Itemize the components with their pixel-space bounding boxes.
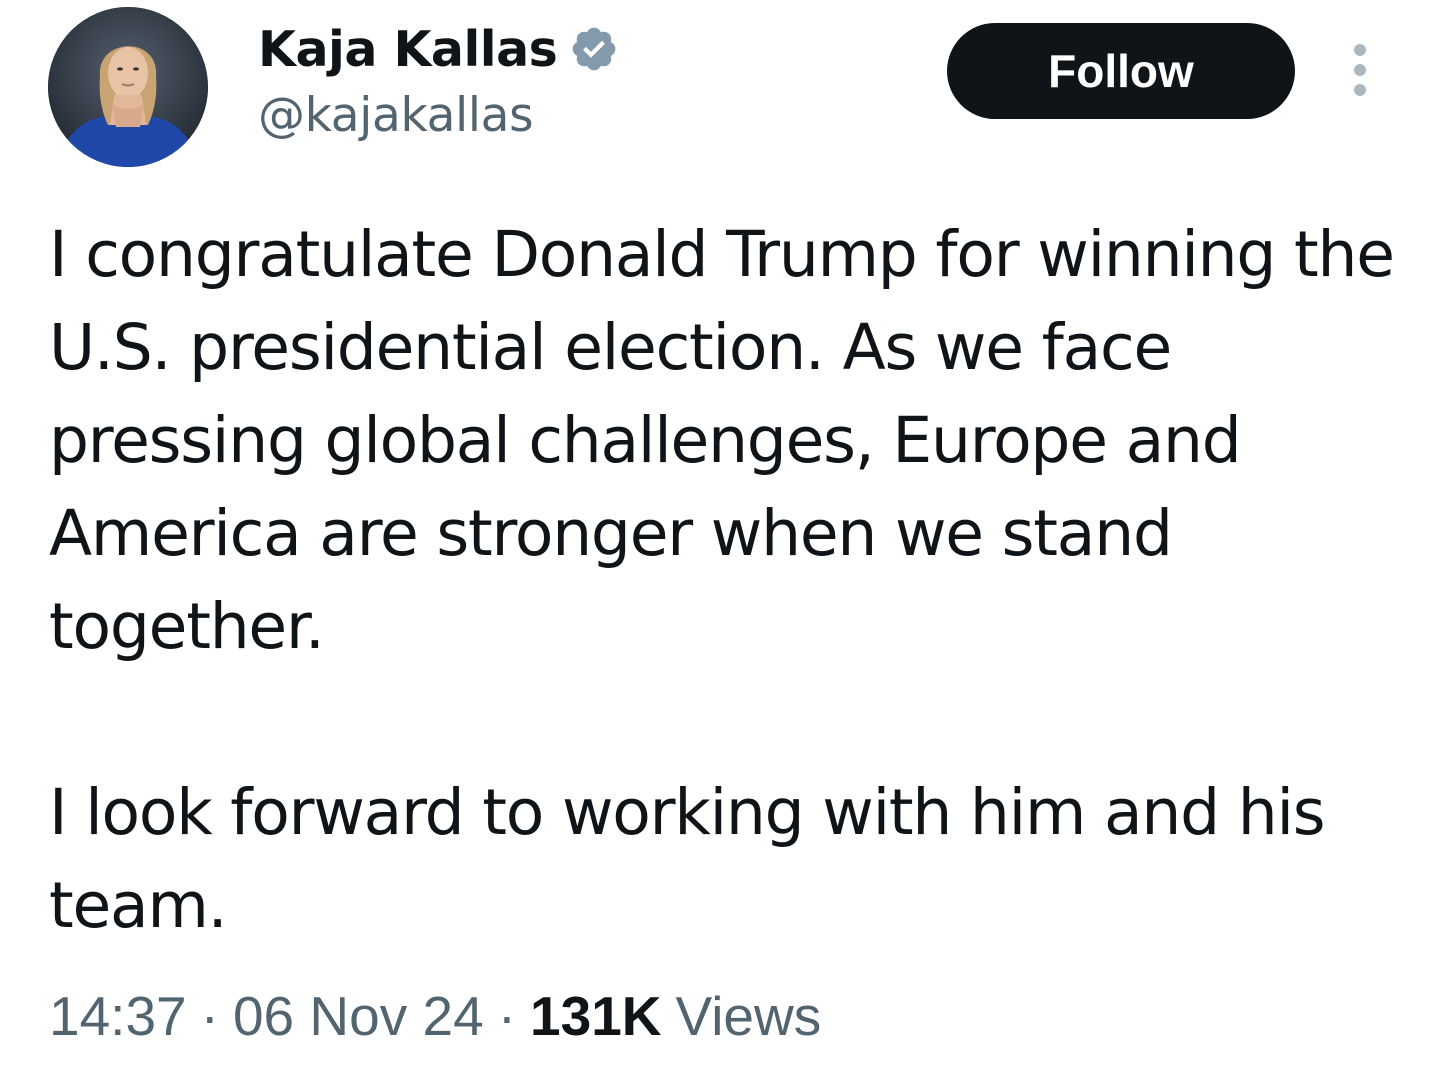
more-vertical-icon[interactable] [1338, 40, 1382, 100]
tweet-text: I congratulate Donald Trump for winning … [49, 208, 1419, 952]
follow-button[interactable]: Follow [947, 23, 1295, 119]
tweet-paragraph: I congratulate Donald Trump for winning … [49, 218, 1395, 663]
views-count[interactable]: 131K [530, 984, 661, 1048]
author-display-name[interactable]: Kaja Kallas [258, 21, 558, 78]
tweet-paragraph: I look forward to working with him and h… [49, 776, 1326, 942]
tweet-date[interactable]: 06 Nov 24 [233, 984, 484, 1048]
tweet-card: Kaja Kallas @kajakallas Follow I congrat… [0, 0, 1440, 1091]
meta-separator: · [200, 985, 219, 1047]
verified-badge-icon[interactable] [569, 24, 619, 74]
meta-separator: · [497, 985, 517, 1047]
avatar[interactable] [48, 7, 208, 167]
tweet-meta: 14:37 · 06 Nov 24 · 131K Views [49, 984, 821, 1048]
author-handle[interactable]: @kajakallas [258, 88, 619, 143]
profile-photo-icon [48, 7, 208, 167]
views-label: Views [675, 985, 822, 1047]
author-name-row: Kaja Kallas [258, 18, 619, 80]
tweet-time[interactable]: 14:37 [49, 984, 187, 1048]
author-info: Kaja Kallas @kajakallas [258, 18, 619, 143]
